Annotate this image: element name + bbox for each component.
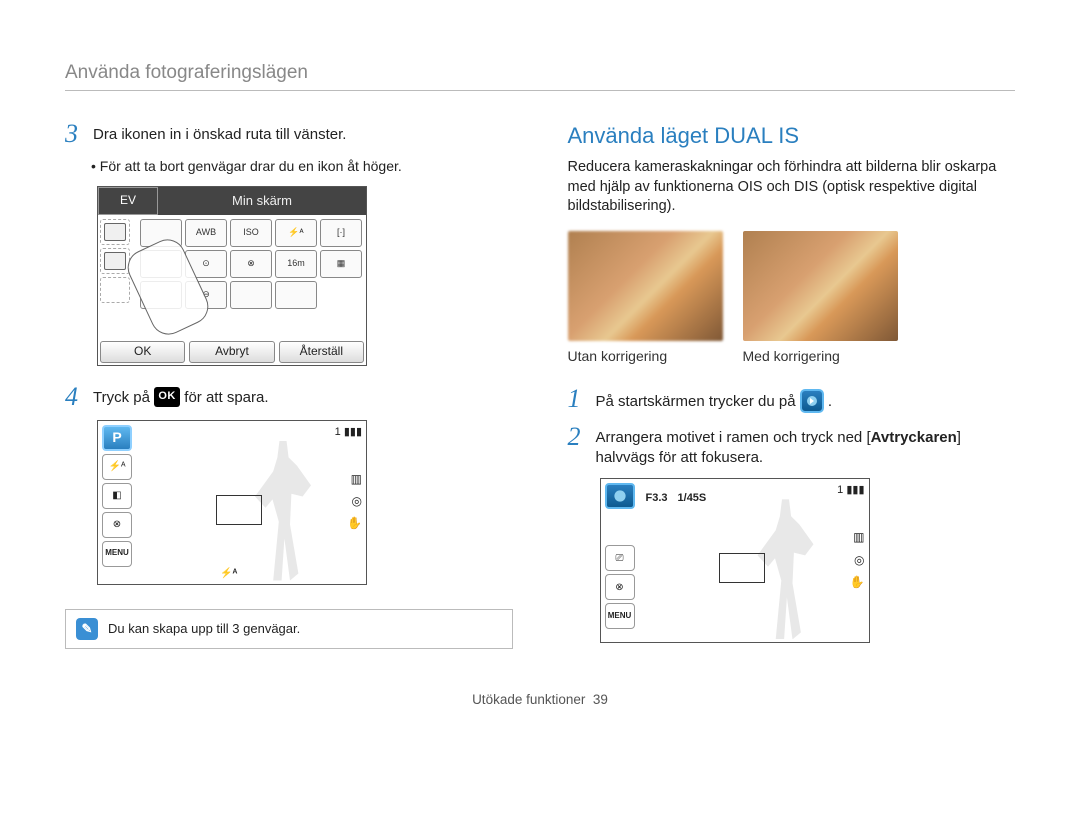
timer-off-icon: ⊗	[102, 512, 132, 538]
dual-is-mode-icon	[605, 483, 635, 509]
page-footer: Utökade funktioner 39	[65, 691, 1015, 709]
shots-remaining: 1 ▮▮▮	[837, 483, 864, 498]
note-icon: ✎	[76, 618, 98, 640]
shortcut-slots	[98, 215, 136, 339]
step-text: Dra ikonen in i önskad ruta till vänster…	[93, 121, 346, 147]
step-number: 2	[568, 424, 586, 469]
dual-is-intro: Reducera kameraskakningar och förhindra …	[568, 158, 1016, 217]
step-number: 4	[65, 384, 83, 410]
flash-icon: ⚡ᴬ	[102, 454, 132, 480]
mode-p-icon: P	[102, 425, 132, 451]
focus-box-icon	[216, 495, 262, 525]
step-text: Tryck på OK för att spara.	[93, 384, 269, 410]
cancel-button[interactable]: Avbryt	[189, 341, 274, 363]
ev-icon: ◧	[102, 483, 132, 509]
menu-icon: MENU	[102, 541, 132, 567]
step-3: 3 Dra ikonen in i önskad ruta till vänst…	[65, 121, 513, 147]
right-status-icons: ▥◎✋	[347, 471, 362, 532]
focus-box-icon	[719, 553, 765, 583]
customize-screen-screenshot: EV Min skärm AWB ISO ⚡ᴬ [·] ⊙ ⊗	[97, 186, 367, 366]
photo-after	[743, 231, 898, 341]
reset-button[interactable]: Återställ	[279, 341, 364, 363]
step-text: På startskärmen trycker du på .	[596, 386, 833, 414]
photo-before	[568, 231, 723, 341]
dual-is-heading: Använda läget DUAL IS	[568, 121, 1016, 151]
left-column: 3 Dra ikonen in i önskad ruta till vänst…	[65, 121, 513, 652]
display-icon: ⎚	[605, 545, 635, 571]
flash-indicator: ⚡ᴬ	[220, 567, 237, 581]
timer-off-icon: ⊗	[605, 574, 635, 600]
two-column-layout: 3 Dra ikonen in i önskad ruta till vänst…	[65, 121, 1015, 652]
tab-label: Min skärm	[158, 187, 366, 215]
note-text: Du kan skapa upp till 3 genvägar.	[108, 620, 300, 638]
ok-button[interactable]: OK	[100, 341, 185, 363]
step-3-bullet: För att ta bort genvägar drar du en ikon…	[91, 157, 513, 176]
ok-icon: OK	[154, 387, 180, 407]
dual-is-mode-icon	[800, 389, 824, 413]
caption-before: Utan korrigering	[568, 347, 723, 366]
step-2: 2 Arrangera motivet i ramen och tryck ne…	[568, 424, 1016, 469]
note-box: ✎ Du kan skapa upp till 3 genvägar.	[65, 609, 513, 649]
comparison-photos	[568, 231, 1016, 341]
step-1: 1 På startskärmen trycker du på .	[568, 386, 1016, 414]
right-column: Använda läget DUAL IS Reducera kameraska…	[568, 121, 1016, 652]
section-header: Använda fotograferingslägen	[65, 60, 1015, 91]
tab-ev: EV	[98, 187, 158, 215]
option-icon-grid: AWB ISO ⚡ᴬ [·] ⊙ ⊗ 16m ▦ ⊖	[136, 215, 366, 339]
caption-after: Med korrigering	[743, 347, 898, 366]
step-text: Arrangera motivet i ramen och tryck ned …	[596, 424, 1016, 469]
viewfinder-screenshot-p-mode: P ⚡ᴬ ◧ ⊗ MENU 1 ▮▮▮ ▥◎✋ ⚡ᴬ	[97, 420, 367, 585]
step-4: 4 Tryck på OK för att spara.	[65, 384, 513, 410]
step-number: 1	[568, 386, 586, 414]
viewfinder-screenshot-dual-mode: ⎚ ⊗ MENU F3.3 1/45S 1 ▮▮▮ ▥◎✋	[600, 478, 870, 643]
step-number: 3	[65, 121, 83, 147]
menu-icon: MENU	[605, 603, 635, 629]
exposure-readout: F3.3 1/45S	[646, 491, 707, 506]
shots-remaining: 1 ▮▮▮	[335, 425, 362, 440]
right-status-icons: ▥◎✋	[850, 529, 865, 590]
